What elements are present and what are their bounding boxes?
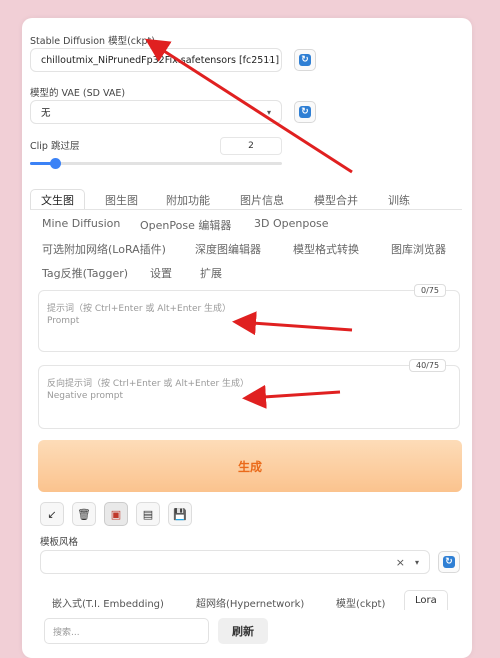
- apply-style-button[interactable]: ▤: [136, 502, 160, 526]
- chevron-down-icon: ▾: [266, 107, 271, 117]
- arrow-down-left-icon: ↙: [47, 507, 57, 521]
- floppy-disk-icon: 💾: [173, 507, 187, 521]
- clip-skip-slider[interactable]: [30, 162, 282, 165]
- vae-select[interactable]: 无 ▾: [30, 100, 282, 124]
- tab-depth-editor[interactable]: 深度图编辑器: [195, 241, 261, 257]
- tab-textual-inversion[interactable]: 嵌入式(T.I. Embedding): [52, 595, 164, 610]
- vae-refresh-button[interactable]: ↻: [294, 101, 316, 123]
- tab-txt2img[interactable]: 文生图: [30, 189, 85, 210]
- prompt-textarea[interactable]: 提示词（按 Ctrl+Enter 或 Alt+Enter 生成） Prompt: [38, 290, 460, 352]
- tab-image-browser[interactable]: 图库浏览器: [391, 241, 446, 257]
- generate-button[interactable]: 生成: [38, 440, 462, 492]
- clip-skip-number[interactable]: 2: [220, 137, 282, 155]
- tab-extensions[interactable]: 扩展: [200, 265, 222, 281]
- trash-icon: 🗑: [77, 507, 91, 521]
- negative-prompt-textarea[interactable]: 反向提示词（按 Ctrl+Enter 或 Alt+Enter 生成） Negat…: [38, 365, 460, 429]
- tab-hypernetwork[interactable]: 超网络(Hypernetwork): [196, 595, 304, 610]
- styles-label: 模板风格: [40, 537, 79, 548]
- checkpoint-value: chilloutmix_NiPrunedFp32Fix.safetensors …: [41, 54, 280, 66]
- clear-prompt-button[interactable]: 🗑: [72, 502, 96, 526]
- tab-tagger[interactable]: Tag反推(Tagger): [42, 265, 128, 281]
- tab-settings[interactable]: 设置: [150, 265, 172, 281]
- card-icon: ▣: [110, 507, 122, 521]
- tab-checkpoint-merger[interactable]: 模型合并: [314, 192, 358, 208]
- styles-refresh-button[interactable]: ↻: [438, 551, 460, 573]
- search-placeholder: 搜索...: [53, 627, 80, 638]
- refresh-icon: ↻: [299, 106, 311, 118]
- tab-extras[interactable]: 附加功能: [166, 192, 210, 208]
- extra-networks-search-input[interactable]: 搜索...: [44, 618, 209, 644]
- save-style-button[interactable]: 💾: [168, 502, 192, 526]
- clear-icon[interactable]: ×: [396, 556, 405, 569]
- negative-prompt-placeholder-en: Negative prompt: [47, 391, 123, 401]
- negative-prompt-placeholder-cn: 反向提示词（按 Ctrl+Enter 或 Alt+Enter 生成）: [47, 379, 250, 389]
- checkpoint-refresh-button[interactable]: ↻: [294, 49, 316, 71]
- tab-checkpoints[interactable]: 模型(ckpt): [336, 595, 385, 610]
- prompt-token-counter: 0/75: [414, 284, 446, 297]
- tab-divider: [30, 209, 462, 210]
- extra-networks-refresh-button[interactable]: 刷新: [218, 618, 268, 644]
- tab-model-converter[interactable]: 模型格式转换: [293, 241, 359, 257]
- tab-mine-diffusion[interactable]: Mine Diffusion: [42, 217, 120, 230]
- prompt-placeholder-en: Prompt: [47, 316, 80, 326]
- vae-label: 模型的 VAE (SD VAE): [30, 88, 126, 99]
- refresh-icon: ↻: [443, 556, 455, 568]
- prompt-placeholder-cn: 提示词（按 Ctrl+Enter 或 Alt+Enter 生成）: [47, 304, 232, 314]
- refresh-icon: ↻: [299, 54, 311, 66]
- tab-openpose-editor[interactable]: OpenPose 编辑器: [140, 217, 231, 233]
- tab-lora[interactable]: Lora: [404, 590, 448, 610]
- negative-prompt-token-counter: 40/75: [409, 359, 447, 372]
- tab-png-info[interactable]: 图片信息: [240, 192, 284, 208]
- extra-networks-button[interactable]: ▣: [104, 502, 128, 526]
- tab-3d-openpose[interactable]: 3D Openpose: [254, 217, 329, 230]
- clip-skip-label: Clip 跳过层: [30, 141, 80, 152]
- paste-params-button[interactable]: ↙: [40, 502, 64, 526]
- clipboard-icon: ▤: [142, 507, 154, 521]
- tab-img2img[interactable]: 图生图: [105, 192, 138, 208]
- styles-select[interactable]: × ▾: [40, 550, 430, 574]
- checkpoint-label: Stable Diffusion 模型(ckpt): [30, 36, 155, 47]
- tab-train[interactable]: 训练: [388, 192, 410, 208]
- chevron-down-icon: ·: [268, 55, 271, 65]
- checkpoint-select[interactable]: chilloutmix_NiPrunedFp32Fix.safetensors …: [30, 48, 282, 72]
- vae-value: 无: [41, 108, 51, 119]
- tab-additional-networks[interactable]: 可选附加网络(LoRA插件): [42, 241, 166, 257]
- chevron-down-icon: ▾: [414, 557, 419, 567]
